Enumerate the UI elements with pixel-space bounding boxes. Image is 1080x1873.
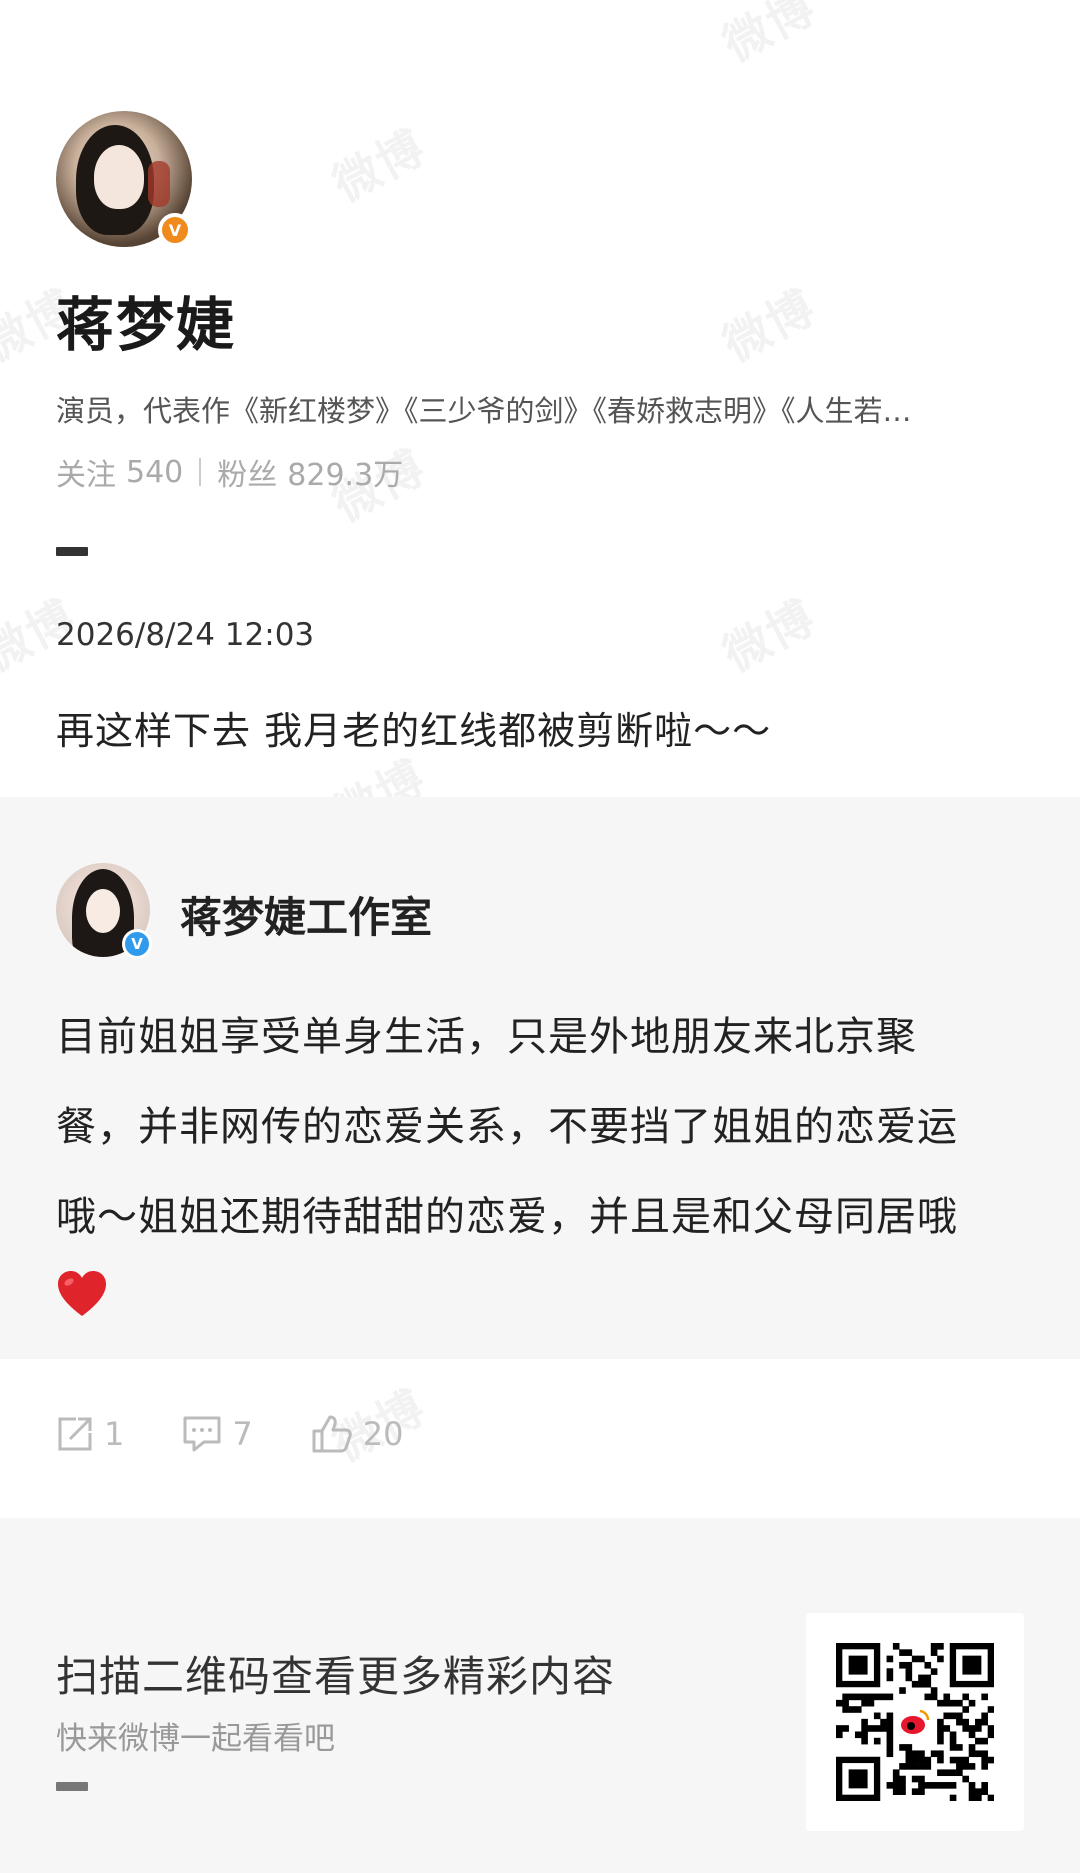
followers-label: 粉丝 — [217, 458, 278, 493]
repost-author-name[interactable]: 蒋梦婕工作室 — [180, 884, 432, 945]
qr-code-icon — [836, 1643, 994, 1801]
section-divider — [56, 547, 88, 556]
comment-button[interactable]: 7 — [182, 1415, 253, 1453]
footer-subtitle: 快来微博一起看看吧 — [56, 1721, 335, 1757]
share-count: 1 — [104, 1415, 125, 1453]
comment-icon — [183, 1416, 221, 1452]
share-icon — [58, 1417, 92, 1451]
watermark: 微博 — [714, 589, 825, 683]
following-label: 关注 — [56, 458, 116, 493]
post-text: 再这样下去 我月老的红线都被剪断啦～～ — [56, 709, 772, 753]
profile-stats: 关注 540 粉丝 829.3万 — [56, 450, 403, 494]
share-button[interactable]: 1 — [56, 1415, 124, 1453]
repost-text-line: 餐，并非网传的恋爱关系，不要挡了姐姐的恋爱运 — [56, 1104, 958, 1150]
post-timestamp: 2026/8/24 12:03 — [56, 617, 315, 653]
comment-count: 7 — [232, 1415, 253, 1453]
profile-name[interactable]: 蒋梦婕 — [56, 278, 236, 362]
watermark: 微博 — [714, 279, 825, 373]
qr-code[interactable] — [806, 1613, 1024, 1831]
watermark: 微博 — [324, 119, 435, 213]
verified-badge-icon: V — [158, 213, 192, 247]
repost-text: 目前姐姐享受单身生活，只是外地朋友来北京聚 餐，并非网传的恋爱关系，不要挡了姐姐… — [56, 992, 1036, 1262]
stats-divider — [199, 458, 202, 486]
red-heart-icon — [58, 1271, 106, 1316]
repost-text-line: 哦～姐姐还期待甜甜的恋爱，并且是和父母同居哦 — [56, 1194, 958, 1240]
profile-bio: 演员，代表作《新红楼梦》《三少爷的剑》《春娇救志明》《人生若… — [56, 394, 912, 428]
action-bar: 1 7 20 — [56, 1414, 461, 1454]
verified-badge-icon: V — [122, 929, 152, 959]
like-count: 20 — [362, 1415, 404, 1453]
repost-text-line: 目前姐姐享受单身生活，只是外地朋友来北京聚 — [56, 1014, 917, 1060]
thumbs-up-icon — [312, 1415, 352, 1453]
followers-count: 829.3万 — [287, 458, 404, 493]
watermark: 微博 — [714, 0, 825, 73]
footer-divider — [56, 1782, 88, 1791]
footer-title: 扫描二维码查看更多精彩内容 — [56, 1652, 616, 1701]
like-button[interactable]: 20 — [311, 1414, 404, 1454]
following-count: 540 — [126, 454, 184, 490]
